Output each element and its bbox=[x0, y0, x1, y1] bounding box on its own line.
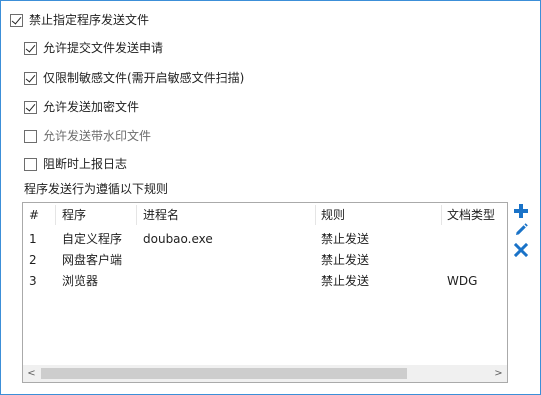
cell-doctype: WDG bbox=[447, 274, 478, 288]
checkbox[interactable] bbox=[24, 129, 37, 143]
column-divider[interactable] bbox=[136, 205, 137, 225]
column-header-process[interactable]: 进程名 bbox=[143, 203, 179, 227]
option-allow-send-request[interactable]: 允许提交文件发送申请 bbox=[24, 39, 163, 57]
chevron-left-icon: < bbox=[27, 368, 36, 379]
cell-index: 2 bbox=[29, 253, 37, 267]
add-icon bbox=[514, 204, 528, 218]
column-header-doctype[interactable]: 文档类型 bbox=[447, 203, 495, 227]
cell-program: 网盘客户端 bbox=[62, 253, 123, 267]
rules-table[interactable]: # 程序 进程名 规则 文档类型 1 自定义程序 doubao.exe 禁止发送… bbox=[22, 202, 508, 383]
option-sensitive-only[interactable]: 仅限制敏感文件(需开启敏感文件扫描) bbox=[24, 69, 244, 87]
cell-program: 浏览器 bbox=[62, 274, 99, 288]
edit-icon bbox=[516, 223, 528, 235]
option-label: 允许发送加密文件 bbox=[43, 100, 140, 114]
scroll-left-button[interactable]: < bbox=[23, 365, 40, 382]
checkbox[interactable] bbox=[24, 71, 37, 85]
column-divider[interactable] bbox=[55, 205, 56, 225]
delete-icon bbox=[514, 243, 528, 257]
option-label: 允许发送带水印文件 bbox=[43, 129, 152, 143]
add-rule-button[interactable] bbox=[513, 203, 529, 219]
column-header-program[interactable]: 程序 bbox=[62, 203, 86, 227]
cell-rule: 禁止发送 bbox=[321, 274, 370, 288]
option-label: 阻断时上报日志 bbox=[43, 157, 128, 171]
checkbox[interactable] bbox=[24, 41, 37, 55]
scrollbar-thumb[interactable] bbox=[41, 368, 407, 379]
cell-index: 3 bbox=[29, 274, 37, 288]
table-row[interactable]: 1 自定义程序 doubao.exe 禁止发送 bbox=[23, 229, 507, 250]
column-header-index[interactable]: # bbox=[29, 203, 39, 227]
column-divider[interactable] bbox=[315, 205, 316, 225]
delete-rule-button[interactable] bbox=[513, 242, 529, 258]
option-label: 允许提交文件发送申请 bbox=[43, 41, 164, 55]
option-report-log[interactable]: 阻断时上报日志 bbox=[24, 155, 127, 173]
option-allow-encrypted[interactable]: 允许发送加密文件 bbox=[24, 98, 139, 116]
column-divider[interactable] bbox=[441, 205, 442, 225]
option-label: 仅限制敏感文件(需开启敏感文件扫描) bbox=[43, 71, 245, 85]
cell-rule: 禁止发送 bbox=[321, 232, 370, 246]
cell-rule: 禁止发送 bbox=[321, 253, 370, 267]
scroll-right-button[interactable]: > bbox=[490, 365, 507, 382]
chevron-right-icon: > bbox=[494, 368, 503, 379]
checkbox[interactable] bbox=[24, 157, 37, 171]
checkbox[interactable] bbox=[24, 100, 37, 114]
edit-rule-button[interactable] bbox=[513, 222, 529, 238]
table-row[interactable]: 3 浏览器 禁止发送 WDG bbox=[23, 271, 507, 292]
table-header: # 程序 进程名 规则 文档类型 bbox=[23, 203, 507, 227]
option-allow-watermark[interactable]: 允许发送带水印文件 bbox=[24, 127, 151, 145]
option-label: 禁止指定程序发送文件 bbox=[29, 13, 150, 27]
cell-program: 自定义程序 bbox=[62, 232, 123, 246]
table-row[interactable]: 2 网盘客户端 禁止发送 bbox=[23, 250, 507, 271]
cell-process: doubao.exe bbox=[143, 232, 213, 246]
horizontal-scrollbar[interactable]: < > bbox=[23, 365, 507, 382]
column-header-rule[interactable]: 规则 bbox=[321, 203, 345, 227]
option-block-program-send[interactable]: 禁止指定程序发送文件 bbox=[10, 11, 149, 29]
cell-index: 1 bbox=[29, 232, 37, 246]
checkbox[interactable] bbox=[10, 13, 23, 27]
rules-section-label: 程序发送行为遵循以下规则 bbox=[24, 182, 169, 196]
